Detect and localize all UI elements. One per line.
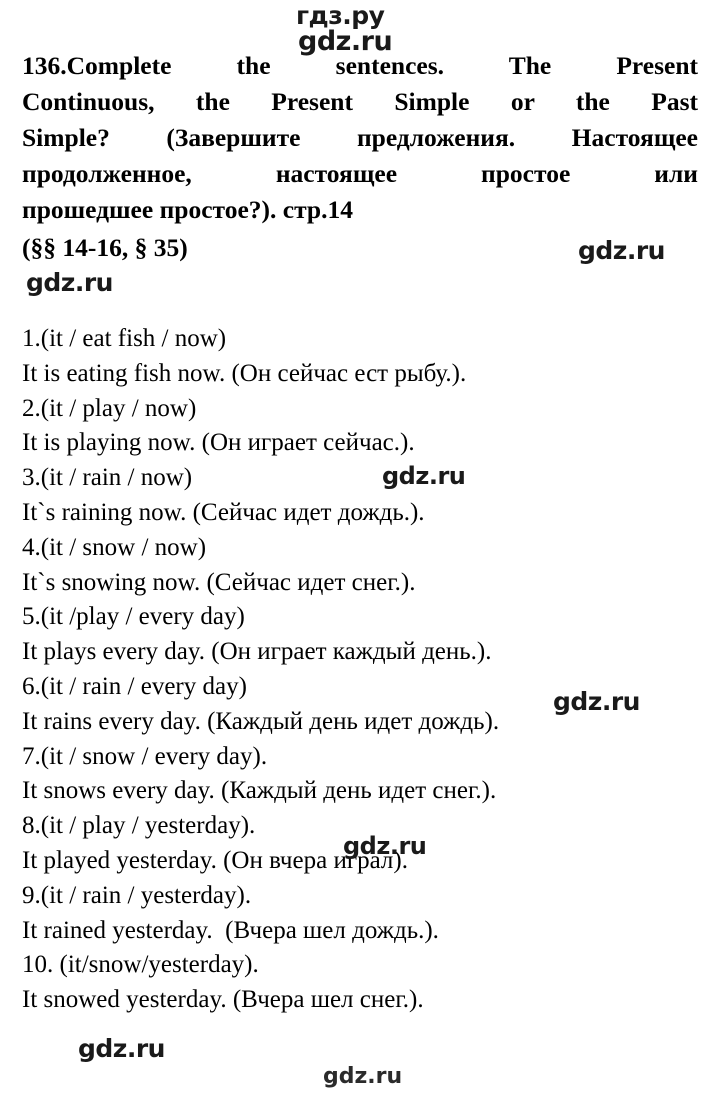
- item-prompt: 2.(it / play / now): [22, 394, 197, 422]
- watermark-bottom: gdz.ru: [323, 1064, 403, 1089]
- item-answer: It snows every day. (Каждый день идет сн…: [22, 777, 497, 805]
- item-answer: It snowed yesterday. (Вчера шел снег.).: [22, 986, 424, 1014]
- item-prompt: 9.(it / rain / yesterday).: [22, 881, 252, 909]
- item-prompt: 4.(it / snow / now): [22, 533, 207, 561]
- exercise-answer-list: 1.(it / eat fish / now) It is eating fis…: [22, 322, 702, 1018]
- watermark-left-lower: gdz.ru: [78, 1034, 165, 1063]
- item-answer: It`s snowing now. (Сейчас идет снег.).: [22, 568, 416, 596]
- exercise-heading: 136.Complete the sentences. The Present …: [22, 48, 698, 266]
- item-answer: It is eating fish now. (Он сейчас ест ры…: [22, 359, 467, 387]
- exercise-page: гдз.ру gdz.ru gdz.ru gdz.ru gdz.ru gdz.r…: [0, 0, 720, 1098]
- watermark-right-lower: gdz.ru: [553, 687, 640, 716]
- heading-line-5: прошедшее простое?). стр.14: [22, 195, 353, 224]
- heading-line-2: Continuous, the Present Simple or the Pa…: [22, 87, 698, 116]
- watermark-right-upper: gdz.ru: [578, 236, 665, 265]
- heading-line-4: продолженное, настоящее простое или: [22, 159, 698, 188]
- item-prompt: 10. (it/snow/yesterday).: [22, 951, 259, 979]
- item-prompt: 5.(it /play / every day): [22, 603, 245, 631]
- item-prompt: 3.(it / rain / now): [22, 464, 193, 492]
- item-answer: It is playing now. (Он играет сейчас.).: [22, 429, 415, 457]
- watermark-top: gdz.ru: [298, 26, 393, 57]
- item-prompt: 1.(it / eat fish / now): [22, 325, 227, 352]
- item-answer: It`s raining now. (Сейчас идет дождь.).: [22, 498, 425, 526]
- heading-line-3: Simple? (Завершите предложения. Настояще…: [22, 123, 698, 152]
- watermark-middle-lower: gdz.ru: [343, 832, 427, 860]
- watermark-middle-upper: gdz.ru: [382, 462, 466, 490]
- item-answer: It rained yesterday. (Вчера шел дождь.).: [22, 916, 439, 944]
- watermark-left-upper: gdz.ru: [26, 268, 113, 297]
- item-answer: It plays every day. (Он играет каждый де…: [22, 638, 492, 666]
- item-prompt: 7.(it / snow / every day).: [22, 742, 268, 770]
